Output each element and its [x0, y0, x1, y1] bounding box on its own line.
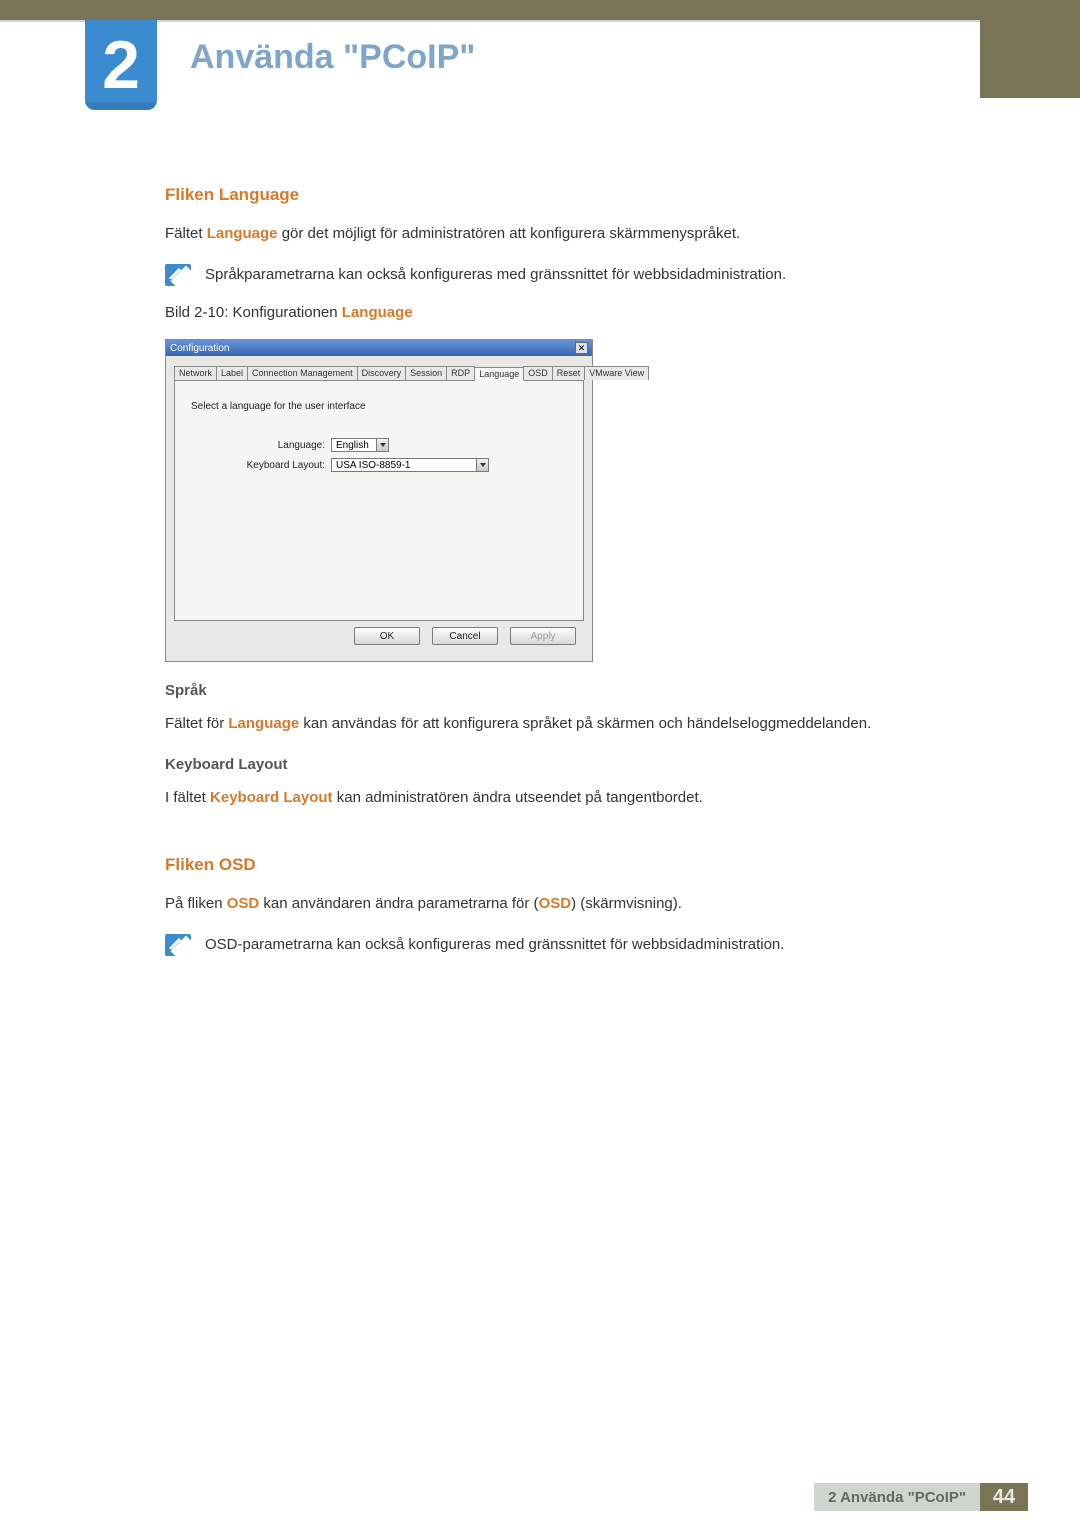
text: Fältet: [165, 225, 207, 242]
chapter-number-badge: 2: [85, 20, 157, 110]
page: 2 Använda "PCoIP" Fliken Language Fältet…: [0, 0, 1080, 1527]
tab-session[interactable]: Session: [405, 366, 447, 380]
tab-connection-management[interactable]: Connection Management: [247, 366, 358, 380]
paragraph: På fliken OSD kan användaren ändra param…: [165, 893, 910, 916]
text: kan användas för att konfigurera språket…: [299, 715, 871, 732]
note-icon: [165, 264, 191, 286]
top-right-strip: [980, 20, 1080, 98]
note-row: OSD-parametrarna kan också konfigureras …: [165, 934, 910, 957]
paragraph: Fältet Language gör det möjligt för admi…: [165, 223, 910, 246]
note-text: Språkparametrarna kan också konfigureras…: [205, 264, 786, 287]
chevron-down-icon: [476, 459, 488, 471]
section-heading-language: Fliken Language: [165, 185, 910, 205]
text: ) (skärmvisning).: [571, 895, 682, 912]
label-language: Language:: [191, 440, 331, 451]
tab-panel: Select a language for the user interface…: [174, 381, 584, 621]
footer: 2 Använda "PCoIP" 44: [0, 1479, 1080, 1527]
text: Bild 2-10: Konfigurationen: [165, 304, 342, 321]
text: kan användaren ändra parametrarna för (: [259, 895, 538, 912]
dialog-title: Configuration: [170, 343, 229, 354]
select-language[interactable]: English: [331, 438, 389, 452]
configuration-dialog: Configuration ✕ Network Label Connection…: [165, 339, 593, 662]
select-value: English: [332, 440, 376, 451]
tab-network[interactable]: Network: [174, 366, 217, 380]
dialog-button-row: OK Cancel Apply: [174, 621, 584, 653]
emphasis-language: Language: [207, 225, 278, 242]
tab-discovery[interactable]: Discovery: [357, 366, 407, 380]
emphasis-osd: OSD: [539, 895, 572, 912]
ok-button[interactable]: OK: [354, 627, 420, 645]
emphasis-language: Language: [342, 304, 413, 321]
select-value: USA ISO-8859-1: [332, 460, 476, 471]
form-row-language: Language: English: [191, 438, 567, 452]
tabs-row: Network Label Connection Management Disc…: [174, 366, 584, 381]
sub-heading-sprak: Språk: [165, 682, 910, 699]
paragraph: I fältet Keyboard Layout kan administrat…: [165, 787, 910, 810]
select-keyboard-layout[interactable]: USA ISO-8859-1: [331, 458, 489, 472]
emphasis-keyboard-layout: Keyboard Layout: [210, 789, 333, 806]
footer-chapter-label: 2 Använda "PCoIP": [814, 1483, 980, 1511]
note-text: OSD-parametrarna kan också konfigureras …: [205, 934, 784, 957]
tab-vmware-view[interactable]: VMware View: [584, 366, 649, 380]
chapter-title: Använda "PCoIP": [190, 38, 475, 77]
apply-button[interactable]: Apply: [510, 627, 576, 645]
chevron-down-icon: [376, 439, 388, 451]
tab-osd[interactable]: OSD: [523, 366, 553, 380]
panel-instruction-text: Select a language for the user interface: [191, 401, 567, 412]
text: Fältet för: [165, 715, 228, 732]
label-keyboard-layout: Keyboard Layout:: [191, 460, 331, 471]
emphasis-language: Language: [228, 715, 299, 732]
text: kan administratören ändra utseendet på t…: [333, 789, 703, 806]
figure-caption: Bild 2-10: Konfigurationen Language: [165, 304, 910, 321]
tab-language[interactable]: Language: [474, 367, 524, 381]
text: gör det möjligt för administratören att …: [278, 225, 741, 242]
tab-rdp[interactable]: RDP: [446, 366, 475, 380]
tab-reset[interactable]: Reset: [552, 366, 586, 380]
text: På fliken: [165, 895, 227, 912]
form-row-keyboard-layout: Keyboard Layout: USA ISO-8859-1: [191, 458, 567, 472]
content-area: Fliken Language Fältet Language gör det …: [165, 185, 910, 974]
paragraph: Fältet för Language kan användas för att…: [165, 713, 910, 736]
text: I fältet: [165, 789, 210, 806]
section-heading-osd: Fliken OSD: [165, 855, 910, 875]
dialog-titlebar: Configuration ✕: [166, 340, 592, 356]
close-icon[interactable]: ✕: [575, 342, 588, 354]
emphasis-osd: OSD: [227, 895, 260, 912]
top-bar: [0, 0, 1080, 20]
note-row: Språkparametrarna kan också konfigureras…: [165, 264, 910, 287]
cancel-button[interactable]: Cancel: [432, 627, 498, 645]
footer-page-number: 44: [980, 1483, 1028, 1511]
note-icon: [165, 934, 191, 956]
sub-heading-keyboard-layout: Keyboard Layout: [165, 756, 910, 773]
dialog-body: Network Label Connection Management Disc…: [166, 356, 592, 661]
tab-label[interactable]: Label: [216, 366, 248, 380]
